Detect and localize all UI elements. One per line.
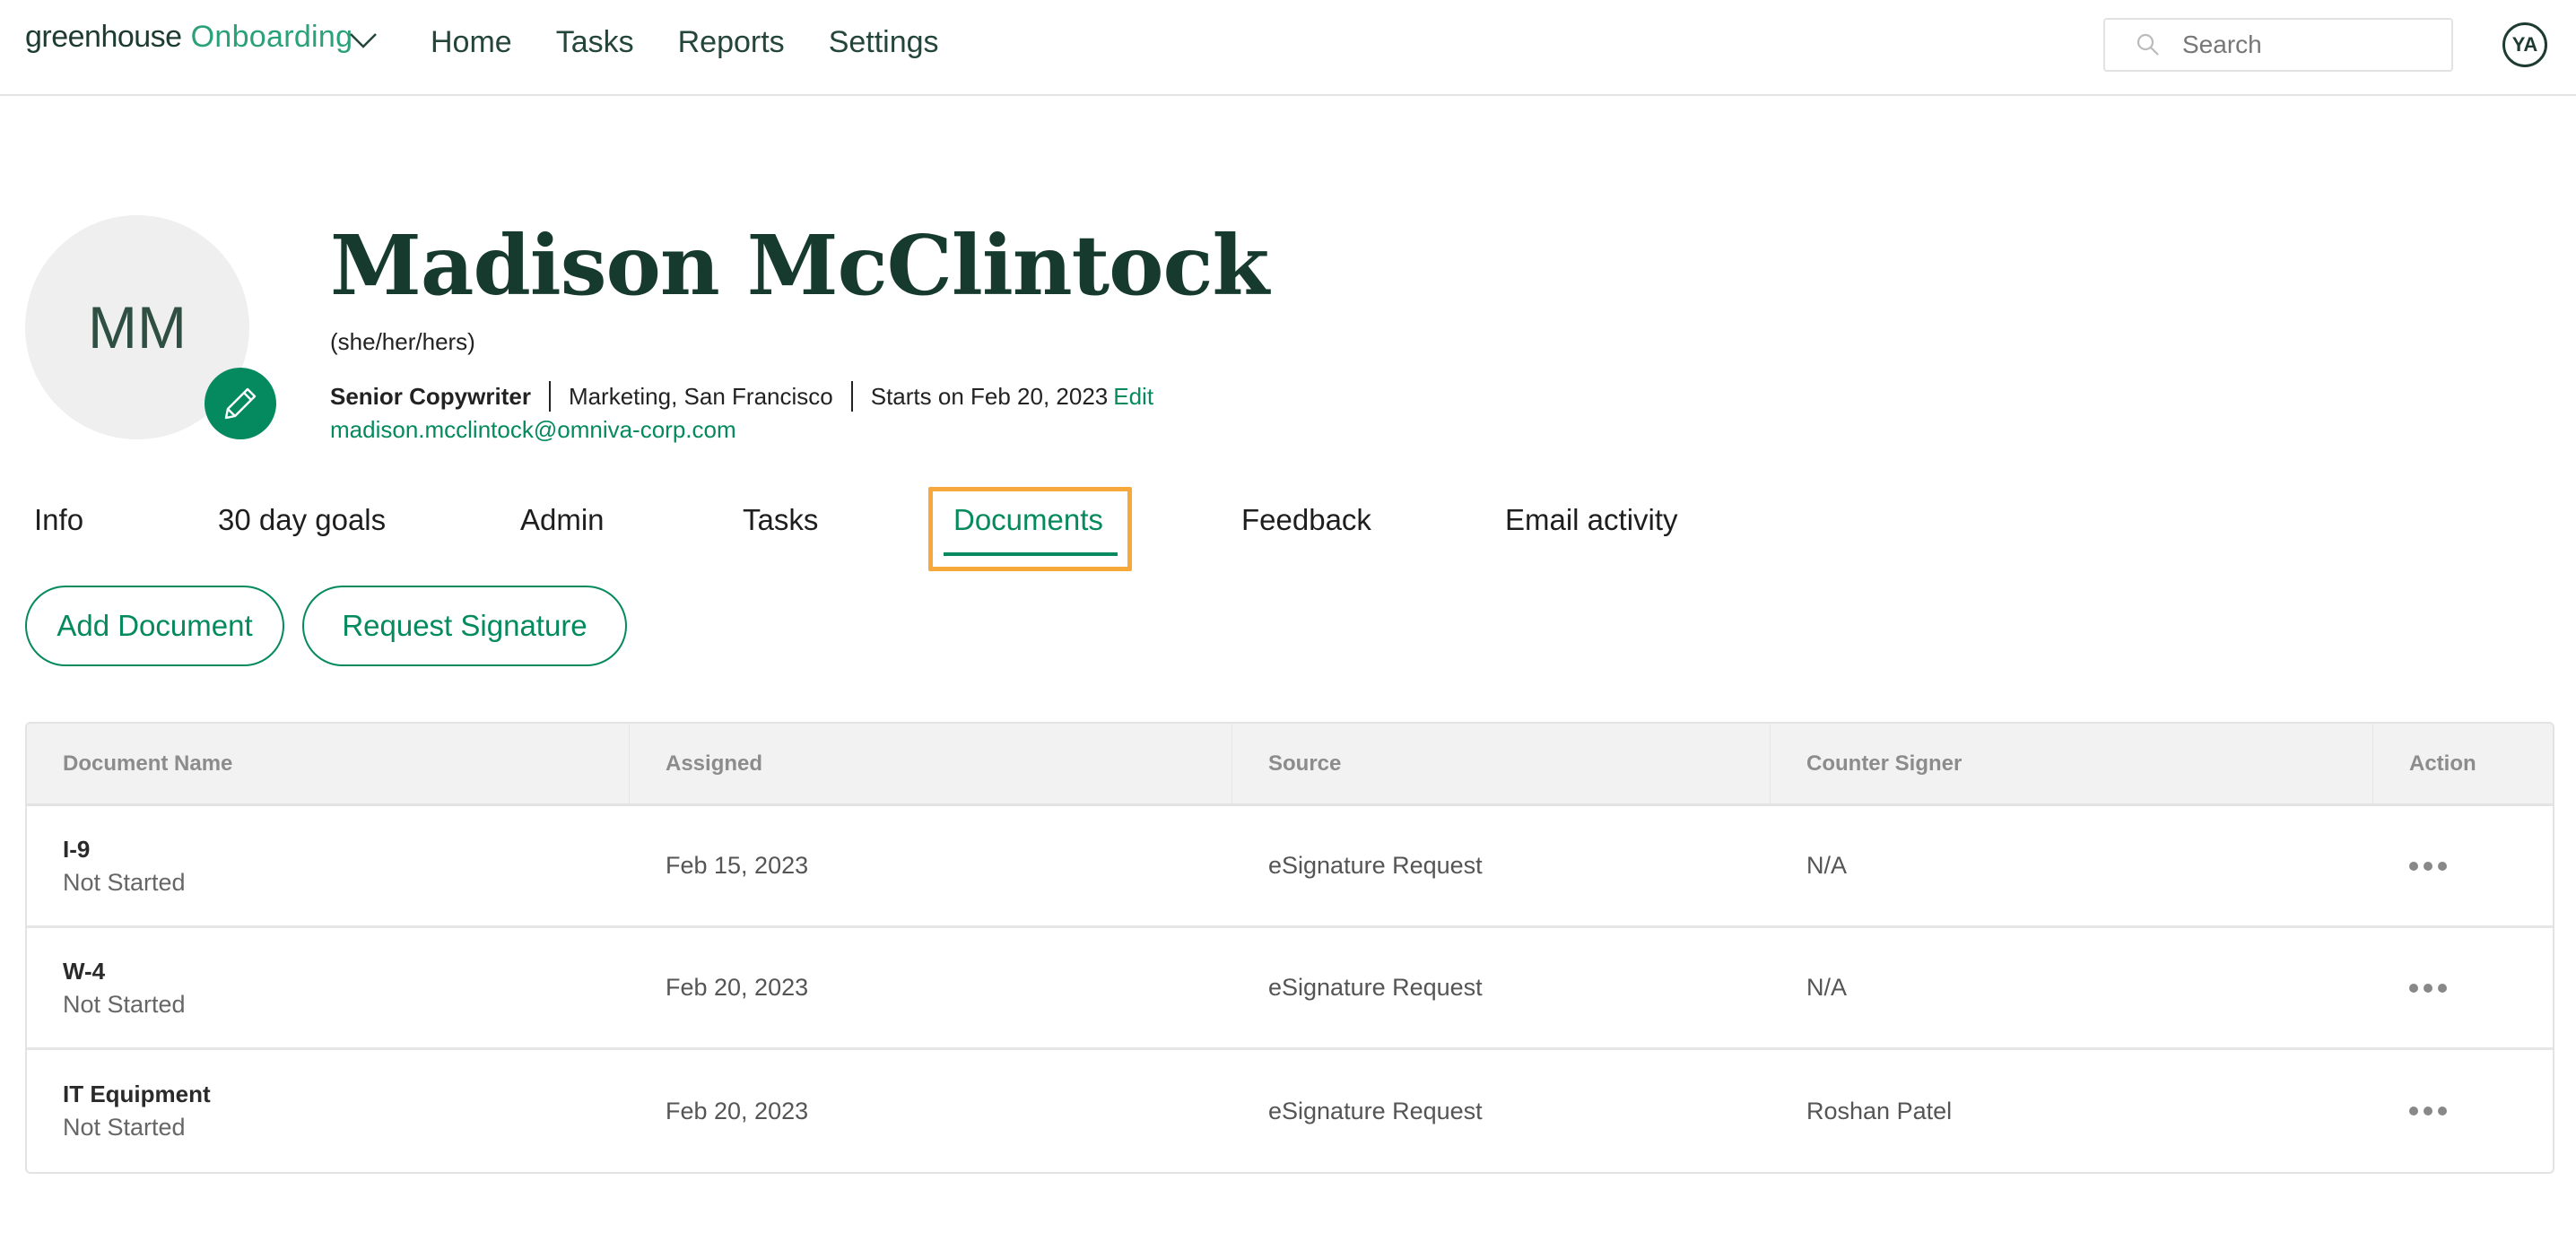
tab-info[interactable]: Info — [34, 503, 83, 537]
employee-name: Madison McClintock — [330, 217, 1269, 314]
pronouns: (she/her/hers) — [330, 328, 475, 355]
column-header-counter-signer[interactable]: Counter Signer — [1771, 724, 2373, 803]
document-status: Not Started — [63, 868, 186, 896]
action-cell — [2373, 1050, 2553, 1172]
request-signature-button[interactable]: Request Signature — [302, 586, 627, 666]
column-header-source[interactable]: Source — [1232, 724, 1771, 803]
document-source: eSignature Request — [1268, 974, 1483, 1001]
column-header-document-name[interactable]: Document Name — [27, 724, 630, 803]
active-tab-underline — [944, 552, 1118, 556]
document-cell: I-9 Not Started — [27, 806, 630, 925]
employee-email-link[interactable]: madison.mcclintock@omniva-corp.com — [330, 416, 736, 444]
document-cell: IT Equipment Not Started — [27, 1050, 630, 1172]
edit-start-date-link[interactable]: Edit — [1113, 383, 1153, 411]
divider — [850, 381, 853, 412]
employee-meta: Senior Copywriter Marketing, San Francis… — [330, 381, 1153, 412]
search-box[interactable] — [2103, 18, 2453, 72]
assigned-date: Feb 20, 2023 — [666, 974, 809, 1001]
search-input[interactable] — [2182, 30, 2451, 59]
user-avatar[interactable]: YA — [2502, 22, 2547, 67]
brand-onboarding: Onboarding — [190, 20, 353, 54]
tab-email-activity[interactable]: Email activity — [1505, 503, 1678, 537]
top-nav: greenhouse Onboarding Home Tasks Reports… — [0, 0, 2576, 96]
document-source: eSignature Request — [1268, 1097, 1483, 1124]
documents-table: Document Name Assigned Source Counter Si… — [25, 722, 2554, 1174]
document-status: Not Started — [63, 990, 186, 1018]
nav-settings[interactable]: Settings — [829, 25, 939, 60]
brand-greenhouse: greenhouse — [25, 20, 182, 54]
tab-30-day-goals[interactable]: 30 day goals — [218, 503, 386, 537]
tab-feedback[interactable]: Feedback — [1241, 503, 1371, 537]
start-date: Starts on Feb 20, 2023 — [870, 382, 1109, 410]
more-options-icon[interactable] — [2409, 855, 2553, 878]
document-name[interactable]: IT Equipment — [63, 1081, 630, 1108]
tab-tasks[interactable]: Tasks — [743, 503, 818, 537]
profile-tabs: Info 30 day goals Admin Tasks Documents … — [0, 487, 1794, 572]
counter-signer: N/A — [1806, 852, 1848, 879]
more-options-icon[interactable] — [2409, 1099, 2553, 1123]
add-document-button[interactable]: Add Document — [25, 586, 284, 666]
column-header-assigned[interactable]: Assigned — [630, 724, 1232, 803]
table-row: IT Equipment Not Started Feb 20, 2023 eS… — [27, 1050, 2553, 1172]
table-row: I-9 Not Started Feb 15, 2023 eSignature … — [27, 806, 2553, 928]
divider — [548, 381, 551, 412]
nav-home[interactable]: Home — [431, 25, 512, 60]
tab-admin[interactable]: Admin — [520, 503, 605, 537]
document-cell: W-4 Not Started — [27, 928, 630, 1047]
column-header-action: Action — [2409, 751, 2476, 776]
pencil-icon — [224, 387, 257, 420]
document-source: eSignature Request — [1268, 852, 1483, 879]
assigned-date: Feb 20, 2023 — [666, 1097, 809, 1124]
app-logo[interactable]: greenhouse Onboarding — [25, 20, 352, 55]
job-title: Senior Copywriter — [330, 382, 531, 410]
main-nav: Home Tasks Reports Settings — [431, 25, 939, 60]
more-options-icon[interactable] — [2409, 977, 2553, 1000]
active-tab-highlight — [928, 487, 1132, 571]
department-location: Marketing, San Francisco — [568, 382, 833, 410]
search-icon — [2137, 33, 2159, 56]
counter-signer: N/A — [1806, 974, 1848, 1001]
action-cell — [2373, 928, 2553, 1047]
nav-reports[interactable]: Reports — [678, 25, 785, 60]
document-status: Not Started — [63, 1114, 186, 1141]
chevron-down-icon[interactable] — [345, 22, 381, 57]
document-name[interactable]: I-9 — [63, 836, 630, 864]
nav-tasks[interactable]: Tasks — [556, 25, 634, 60]
action-cell — [2373, 806, 2553, 925]
table-header: Document Name Assigned Source Counter Si… — [27, 724, 2553, 806]
assigned-date: Feb 15, 2023 — [666, 852, 809, 879]
counter-signer: Roshan Patel — [1806, 1097, 1953, 1124]
table-row: W-4 Not Started Feb 20, 2023 eSignature … — [27, 928, 2553, 1050]
edit-profile-button[interactable] — [205, 368, 276, 439]
document-name[interactable]: W-4 — [63, 958, 630, 985]
